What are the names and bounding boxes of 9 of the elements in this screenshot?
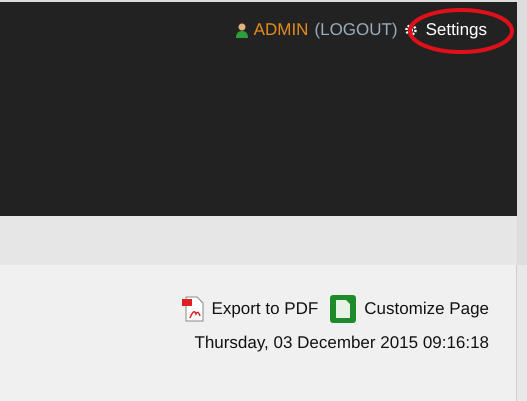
gear-icon xyxy=(404,23,418,37)
logout-link[interactable]: (LOGOUT) xyxy=(314,20,398,40)
pdf-icon xyxy=(182,296,204,322)
username: ADMIN xyxy=(254,20,308,40)
export-pdf-link[interactable]: Export to PDF xyxy=(182,296,318,322)
page-icon xyxy=(330,295,356,323)
customize-page-link[interactable]: Customize Page xyxy=(330,295,489,323)
user-icon xyxy=(236,22,248,38)
date-time: Thursday, 03 December 2015 09:16:18 xyxy=(194,333,489,353)
